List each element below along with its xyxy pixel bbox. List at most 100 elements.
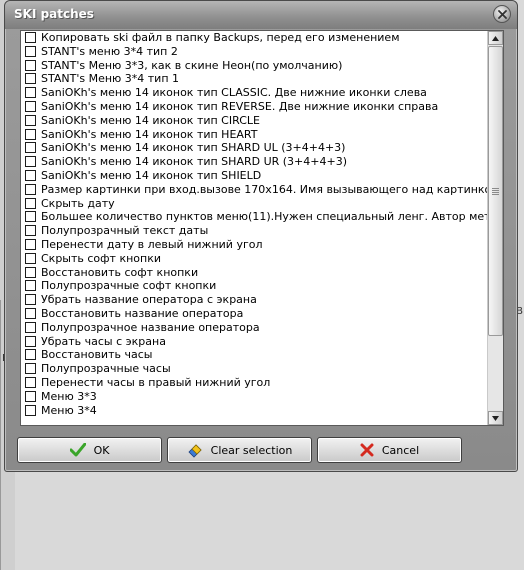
list-item[interactable]: Полупрозрачный текст даты — [21, 224, 487, 238]
list-item[interactable]: Большее количество пунктов меню(11).Нуже… — [21, 210, 487, 224]
checkbox[interactable] — [25, 376, 36, 388]
list-item-label: Перенести часы в правый нижний угол — [41, 375, 271, 389]
checkbox[interactable] — [25, 335, 36, 347]
list-item[interactable]: SaniOKh's меню 14 иконок тип REVERSE. Дв… — [21, 100, 487, 114]
scroll-up-button[interactable] — [488, 31, 503, 45]
list-item-label: SaniOKh's меню 14 иконок тип REVERSE. Дв… — [41, 99, 439, 113]
checkmark-icon — [69, 443, 86, 457]
list-item-label: Восстановить часы — [41, 348, 153, 362]
list-item-label: Восстановить название оператора — [41, 306, 244, 320]
cross-icon — [360, 443, 374, 457]
scroll-up-arrow-icon — [492, 35, 499, 41]
list-item-label: STANT's меню 3*4 тип 2 — [41, 44, 178, 58]
ok-button[interactable]: OK — [17, 437, 162, 463]
list-item[interactable]: Меню 3*4 — [21, 404, 487, 418]
checkbox[interactable] — [25, 183, 36, 195]
checkbox[interactable] — [25, 59, 36, 71]
list-item-label: Скрыть дату — [41, 196, 115, 210]
list-item[interactable]: Перенести дату в левый нижний угол — [21, 238, 487, 252]
patch-list: Копировать ski файл в папку Backups, пер… — [21, 31, 487, 425]
list-item-label: Копировать ski файл в папку Backups, пер… — [41, 31, 400, 44]
cancel-button-label: Cancel — [381, 443, 420, 457]
checkbox[interactable] — [25, 114, 36, 126]
list-item[interactable]: Размер картинки при вход.вызове 170x164.… — [21, 183, 487, 197]
vertical-scrollbar[interactable] — [487, 31, 503, 425]
checkbox[interactable] — [25, 363, 36, 375]
list-item-label: SaniOKh's меню 14 иконок тип CIRCLE — [41, 113, 260, 127]
scrollbar-thumb[interactable] — [488, 46, 503, 336]
list-item[interactable]: Восстановить название оператора — [21, 307, 487, 321]
clear-selection-button[interactable]: Clear selection — [167, 437, 312, 463]
checkbox[interactable] — [25, 321, 36, 333]
dialog-footer: OK Clear selection Cancel — [5, 429, 517, 471]
dialog-title: SKI patches — [14, 7, 94, 21]
list-item[interactable]: SaniOKh's меню 14 иконок тип SHARD UL (3… — [21, 141, 487, 155]
checkbox[interactable] — [25, 349, 36, 361]
scroll-down-button[interactable] — [488, 411, 503, 425]
list-item-label: Полупрозрачные часы — [41, 362, 171, 376]
list-item[interactable]: SaniOKh's меню 14 иконок тип CLASSIC. Дв… — [21, 86, 487, 100]
checkbox[interactable] — [25, 252, 36, 264]
checkbox[interactable] — [25, 294, 36, 306]
list-item-label: Полупрозрачное название оператора — [41, 320, 260, 334]
clear-selection-label: Clear selection — [210, 443, 293, 457]
list-item-label: Меню 3*4 — [41, 403, 97, 417]
checkbox[interactable] — [25, 390, 36, 402]
list-item[interactable]: Убрать часы с экрана — [21, 335, 487, 349]
close-icon — [497, 9, 507, 19]
checkbox[interactable] — [25, 128, 36, 140]
checkbox[interactable] — [25, 211, 36, 223]
checkbox[interactable] — [25, 87, 36, 99]
list-item-label: Убрать название оператора с экрана — [41, 293, 257, 307]
list-item-label: Восстановить софт кнопки — [41, 265, 199, 279]
checkbox[interactable] — [25, 73, 36, 85]
checkbox[interactable] — [25, 266, 36, 278]
list-item[interactable]: Полупрозрачные часы — [21, 362, 487, 376]
list-item[interactable]: Полупрозрачное название оператора — [21, 321, 487, 335]
list-item[interactable]: Полупрозрачные софт кнопки — [21, 279, 487, 293]
checkbox[interactable] — [25, 225, 36, 237]
close-button[interactable] — [493, 5, 511, 23]
checkbox[interactable] — [25, 307, 36, 319]
ski-patches-dialog: SKI patches Копировать ski файл в папку … — [4, 0, 518, 472]
list-item-label: Скрыть софт кнопки — [41, 251, 162, 265]
list-item-label: SaniOKh's меню 14 иконок тип SHARD UR (3… — [41, 155, 347, 169]
checkbox[interactable] — [25, 280, 36, 292]
checkbox[interactable] — [25, 156, 36, 168]
list-item[interactable]: Копировать ski файл в папку Backups, пер… — [21, 31, 487, 45]
checkbox[interactable] — [25, 45, 36, 57]
list-item[interactable]: Восстановить софт кнопки — [21, 266, 487, 280]
list-item-label: SaniOKh's меню 14 иконок тип HEART — [41, 127, 258, 141]
list-item[interactable]: Восстановить часы — [21, 348, 487, 362]
list-item-label: Размер картинки при вход.вызове 170x164.… — [41, 182, 487, 196]
list-item[interactable]: Убрать название оператора с экрана — [21, 293, 487, 307]
list-item-label: SaniOKh's меню 14 иконок тип SHIELD — [41, 168, 262, 182]
list-item-label: STANT's Меню 3*3, как в скине Неон(по ум… — [41, 58, 343, 72]
list-item[interactable]: Скрыть софт кнопки — [21, 252, 487, 266]
dialog-titlebar[interactable]: SKI patches — [5, 1, 517, 29]
list-item[interactable]: STANT's Меню 3*4 тип 1 — [21, 72, 487, 86]
patch-list-box[interactable]: Копировать ski файл в папку Backups, пер… — [20, 30, 504, 426]
list-item[interactable]: SaniOKh's меню 14 иконок тип HEART — [21, 128, 487, 142]
cancel-button[interactable]: Cancel — [317, 437, 462, 463]
list-item[interactable]: Меню 3*3 — [21, 390, 487, 404]
list-item[interactable]: STANT's меню 3*4 тип 2 — [21, 45, 487, 59]
checkbox[interactable] — [25, 238, 36, 250]
list-item-label: Полупрозрачные софт кнопки — [41, 279, 217, 293]
list-item[interactable]: Перенести часы в правый нижний угол — [21, 376, 487, 390]
checkbox[interactable] — [25, 404, 36, 416]
eraser-icon — [187, 442, 203, 458]
checkbox[interactable] — [25, 100, 36, 112]
scroll-down-arrow-icon — [492, 415, 499, 421]
checkbox[interactable] — [25, 197, 36, 209]
list-item[interactable]: Скрыть дату — [21, 197, 487, 211]
list-item[interactable]: SaniOKh's меню 14 иконок тип SHIELD — [21, 169, 487, 183]
checkbox[interactable] — [25, 169, 36, 181]
list-item[interactable]: SaniOKh's меню 14 иконок тип SHARD UR (3… — [21, 155, 487, 169]
list-item[interactable]: SaniOKh's меню 14 иконок тип CIRCLE — [21, 114, 487, 128]
checkbox[interactable] — [25, 142, 36, 154]
list-item-label: Убрать часы с экрана — [41, 334, 166, 348]
list-item[interactable]: STANT's Меню 3*3, как в скине Неон(по ум… — [21, 59, 487, 73]
list-item-label: SaniOKh's меню 14 иконок тип CLASSIC. Дв… — [41, 86, 427, 100]
checkbox[interactable] — [25, 32, 36, 43]
